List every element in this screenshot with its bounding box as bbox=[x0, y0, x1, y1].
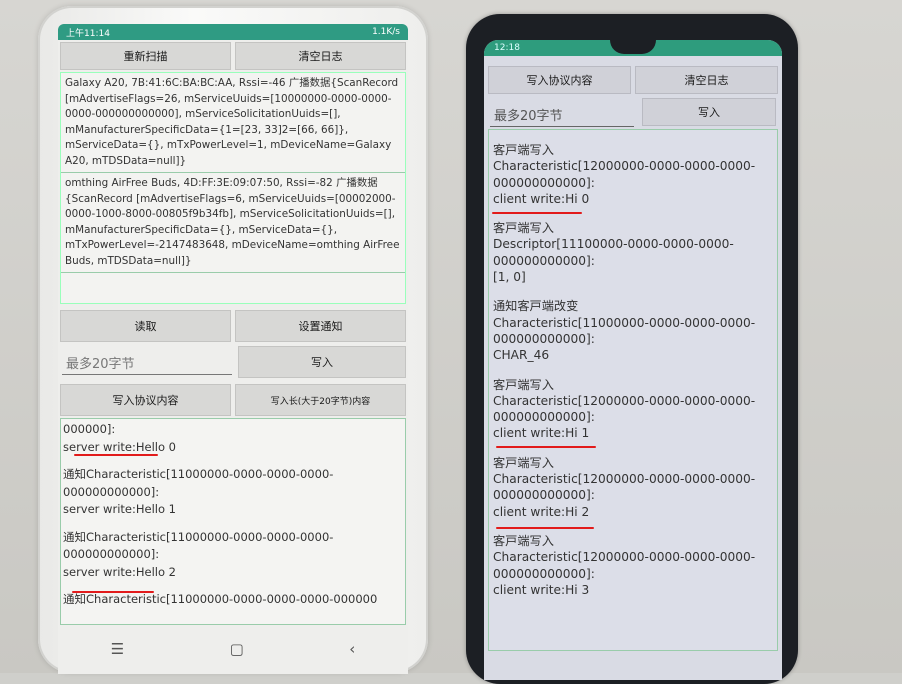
log-line: Descriptor[11100000-0000-0000-0000-00000… bbox=[493, 237, 734, 268]
read-button[interactable]: 读取 bbox=[60, 310, 231, 342]
log-body: client write:Hi 0 bbox=[493, 191, 590, 206]
log-body: client write:Hi 3 bbox=[493, 582, 590, 597]
red-underline bbox=[496, 527, 594, 529]
bytes-input[interactable]: 最多20字节 bbox=[62, 346, 232, 375]
status-time: 上午11:14 bbox=[66, 28, 110, 39]
red-underline bbox=[72, 591, 154, 593]
log-panel: 000000]: server write:Hello 0 通知Characte… bbox=[60, 418, 406, 625]
photo-background: 上午11:14 1.1K/s 重新扫描 清空日志 Galaxy A20, 7B:… bbox=[0, 0, 902, 684]
log-head: 000000]: bbox=[63, 422, 116, 436]
home-icon[interactable]: ▢ bbox=[230, 640, 244, 658]
scan-result-item[interactable]: omthing AirFree Buds, 4D:FF:3E:09:07:50,… bbox=[61, 173, 405, 273]
log-entry: 通知Characteristic[11000000-0000-0000-0000… bbox=[61, 527, 405, 590]
log-line: Characteristic[12000000-0000-0000-0000-0… bbox=[493, 472, 756, 503]
clear-log-button[interactable]: 清空日志 bbox=[235, 42, 406, 70]
status-net: 1.1K/s bbox=[372, 27, 400, 37]
log-body: client write:Hi 2 bbox=[493, 504, 590, 519]
left-phone-screen: 上午11:14 1.1K/s 重新扫描 清空日志 Galaxy A20, 7B:… bbox=[58, 24, 408, 674]
log-line: Characteristic[11000000-0000-0000-0000-0… bbox=[493, 315, 756, 346]
write-protocol-button[interactable]: 写入协议内容 bbox=[488, 66, 631, 94]
log-entry: 客戸端写入 Characteristic[12000000-0000-0000-… bbox=[489, 454, 777, 532]
log-head: 客戸端写入 bbox=[493, 377, 554, 392]
status-bar: 上午11:14 1.1K/s bbox=[58, 24, 408, 40]
log-head: 通知Characteristic[11000000-0000-0000-0000… bbox=[63, 592, 378, 606]
log-line: Characteristic[12000000-0000-0000-0000-0… bbox=[493, 159, 756, 190]
bytes-input[interactable]: 最多20字节 bbox=[490, 98, 634, 127]
log-entry: 客戸端写入 Characteristic[12000000-0000-0000-… bbox=[489, 130, 777, 219]
log-panel: 客戸端写入 Characteristic[12000000-0000-0000-… bbox=[488, 129, 778, 651]
red-underline bbox=[496, 446, 596, 448]
write-protocol-button[interactable]: 写入协议内容 bbox=[60, 384, 231, 416]
log-entry: 客戸端写入 Characteristic[12000000-0000-0000-… bbox=[489, 532, 777, 610]
log-entry: 通知客戸端改变 Characteristic[11000000-0000-000… bbox=[489, 297, 777, 375]
log-entry: 客戸端写入 Descriptor[11100000-0000-0000-0000… bbox=[489, 219, 777, 297]
red-underline bbox=[74, 454, 158, 456]
write-button[interactable]: 写入 bbox=[642, 98, 776, 126]
log-body: server write:Hello 1 bbox=[63, 502, 176, 516]
log-entry: 通知Characteristic[11000000-0000-0000-0000… bbox=[61, 589, 405, 617]
camera-notch bbox=[610, 40, 656, 54]
log-head: 通知Characteristic[11000000-0000-0000-0000… bbox=[63, 467, 334, 499]
right-phone-screen: 12:18 写入协议内容 清空日志 最多20字节 写入 客戸端写入 Charac… bbox=[484, 40, 782, 680]
log-head: 客戸端写入 bbox=[493, 533, 554, 548]
menu-icon[interactable]: ☰ bbox=[111, 640, 124, 658]
scan-result-item[interactable]: Galaxy A20, 7B:41:6C:BA:BC:AA, Rssi=-46 … bbox=[61, 73, 405, 173]
log-entry: 000000]: server write:Hello 0 bbox=[61, 419, 405, 464]
log-body: client write:Hi 1 bbox=[493, 426, 590, 441]
log-head: 客戸端写入 bbox=[493, 221, 554, 236]
log-head: 客戸端写入 bbox=[493, 143, 554, 157]
log-head: 通知Characteristic[11000000-0000-0000-0000… bbox=[63, 529, 334, 562]
log-entry: 通知Characteristic[11000000-0000-0000-0000… bbox=[61, 464, 405, 527]
write-button[interactable]: 写入 bbox=[238, 346, 406, 378]
back-icon[interactable]: ‹ bbox=[349, 640, 355, 658]
log-line: Characteristic[12000000-0000-0000-0000-0… bbox=[493, 550, 756, 581]
log-body: CHAR_46 bbox=[493, 348, 550, 363]
log-entry: 客戸端写入 Characteristic[12000000-0000-0000-… bbox=[489, 376, 777, 454]
log-body: server write:Hello 2 bbox=[63, 564, 176, 579]
rescan-button[interactable]: 重新扫描 bbox=[60, 42, 231, 70]
status-time: 12:18 bbox=[494, 43, 520, 53]
left-nav-bar: ☰ ▢ ‹ bbox=[58, 628, 408, 670]
write-long-button[interactable]: 写入长(大于20字节)内容 bbox=[235, 384, 406, 416]
red-underline bbox=[492, 212, 582, 214]
log-line: Characteristic[12000000-0000-0000-0000-0… bbox=[493, 393, 756, 425]
clear-log-button[interactable]: 清空日志 bbox=[635, 66, 778, 94]
set-notify-button[interactable]: 设置通知 bbox=[235, 310, 406, 342]
log-head: 客戸端写入 bbox=[493, 455, 554, 470]
scan-results-list: Galaxy A20, 7B:41:6C:BA:BC:AA, Rssi=-46 … bbox=[60, 72, 406, 304]
log-body: [1, 0] bbox=[493, 270, 526, 285]
log-head: 通知客戸端改变 bbox=[493, 299, 579, 314]
